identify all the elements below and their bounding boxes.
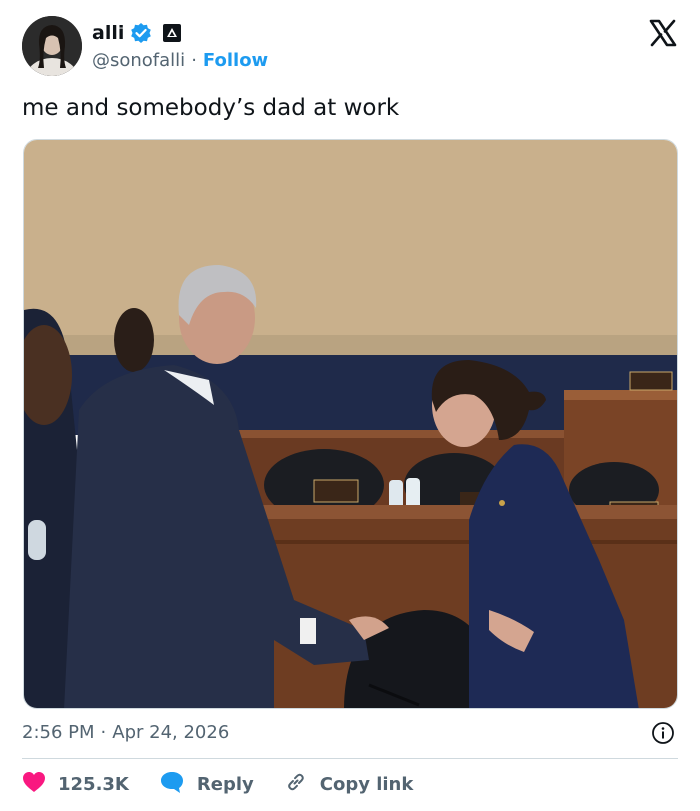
info-icon[interactable] bbox=[651, 721, 675, 745]
action-bar: 125.3K Reply Copy link bbox=[22, 770, 443, 798]
follow-button[interactable]: Follow bbox=[203, 50, 268, 71]
chat-bubble-icon bbox=[159, 770, 185, 799]
tweet-time: 2:56 PM bbox=[22, 722, 95, 743]
handle-row: @sonofalli · Follow bbox=[92, 48, 268, 72]
tweet-card: alli @sonofalli · Follow me and somebody… bbox=[0, 0, 700, 811]
copy-link-label: Copy link bbox=[319, 773, 414, 795]
tweet-date: Apr 24, 2026 bbox=[112, 722, 230, 743]
affiliate-badge-icon[interactable] bbox=[162, 23, 182, 43]
tweet-text: me and somebody’s dad at work bbox=[22, 95, 400, 121]
tweet-photo[interactable] bbox=[23, 139, 678, 709]
verified-badge-icon bbox=[130, 22, 152, 44]
reply-button[interactable]: Reply bbox=[159, 770, 254, 799]
display-name[interactable]: alli bbox=[92, 22, 124, 44]
timestamp-separator: · bbox=[100, 722, 107, 743]
reply-label: Reply bbox=[196, 773, 254, 795]
like-button[interactable]: 125.3K bbox=[22, 771, 129, 798]
x-logo-icon[interactable] bbox=[648, 18, 678, 48]
avatar[interactable] bbox=[22, 16, 82, 76]
separator-dot: · bbox=[191, 49, 197, 71]
name-row: alli bbox=[92, 20, 182, 46]
heart-icon bbox=[22, 771, 46, 798]
like-count: 125.3K bbox=[58, 773, 129, 795]
divider bbox=[22, 758, 678, 759]
link-icon bbox=[284, 770, 308, 799]
copy-link-button[interactable]: Copy link bbox=[284, 770, 414, 799]
handle[interactable]: @sonofalli bbox=[92, 50, 185, 71]
timestamp[interactable]: 2:56 PM · Apr 24, 2026 bbox=[22, 722, 229, 743]
